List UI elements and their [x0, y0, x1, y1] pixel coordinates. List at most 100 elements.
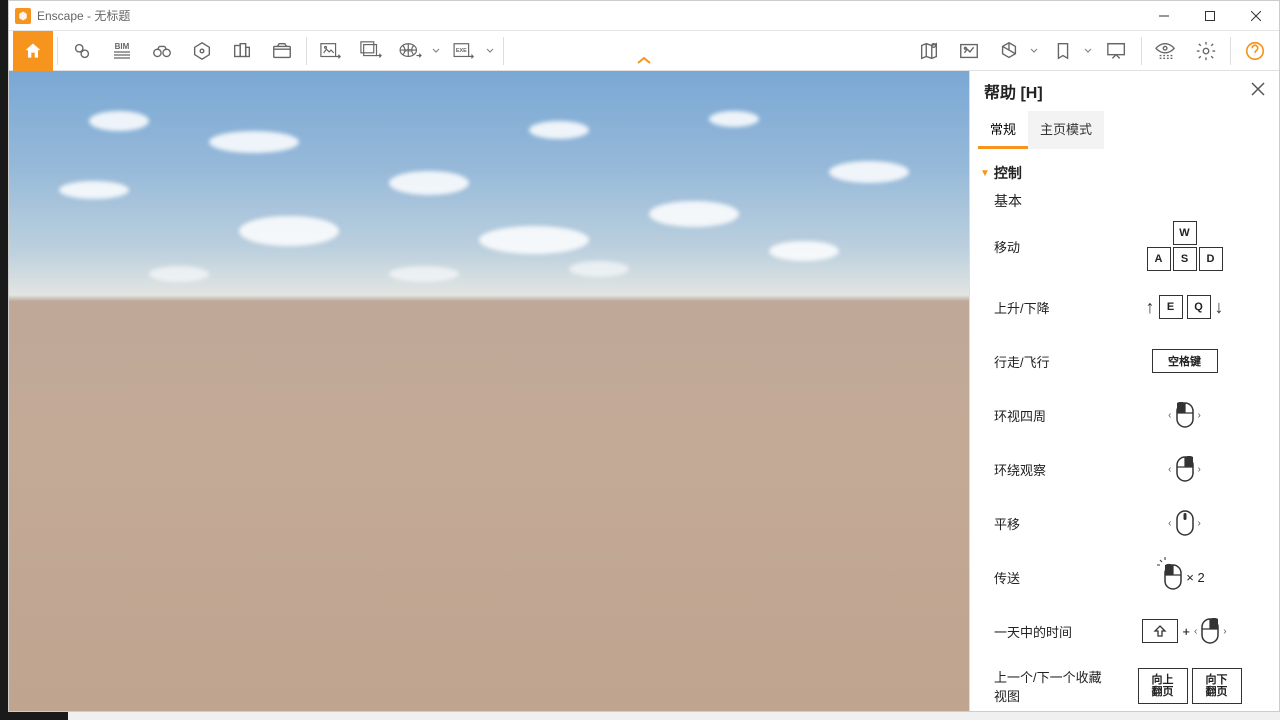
- export-exe-button[interactable]: EXE: [445, 31, 499, 71]
- key-pagedown: 向下 翻页: [1192, 668, 1242, 704]
- row-updown: 上升/下降 ↑ E Q ↓: [994, 289, 1265, 325]
- chevron-down-icon: [485, 47, 495, 55]
- help-panel: 帮助 [H] 常规 主页模式 ▼ 控制 基本 移动: [969, 71, 1279, 711]
- video-button[interactable]: [262, 31, 302, 71]
- row-teleport: 传送 × 2: [994, 559, 1265, 595]
- angle-right-icon: ›: [1198, 518, 1201, 529]
- bim-label: BIM: [115, 42, 130, 51]
- home-button[interactable]: [13, 31, 53, 71]
- arrow-up-icon: ↑: [1146, 297, 1155, 318]
- label-move: 移动: [994, 237, 1104, 256]
- bim-mode-button[interactable]: BIM: [102, 31, 142, 71]
- key-e: E: [1159, 295, 1183, 319]
- asset-library-button[interactable]: [222, 31, 262, 71]
- sync-views-button[interactable]: [62, 31, 102, 71]
- key-pageup: 向上 翻页: [1138, 668, 1188, 704]
- panorama-button[interactable]: 360°: [391, 31, 445, 71]
- mouse-middle-icon: [1176, 510, 1194, 536]
- help-title: 帮助 [H]: [984, 79, 1043, 103]
- x2-label: × 2: [1186, 570, 1204, 585]
- row-move: 移动 W A S D: [994, 221, 1265, 271]
- chevron-down-icon: [1083, 47, 1093, 55]
- help-close-button[interactable]: [1251, 82, 1265, 101]
- section-controls-label: 控制: [994, 163, 1022, 183]
- toolbar-separator: [57, 37, 58, 65]
- row-orbit: 环绕观察 ‹ ›: [994, 451, 1265, 487]
- tab-home-mode[interactable]: 主页模式: [1028, 111, 1104, 149]
- label-orbit: 环绕观察: [994, 460, 1104, 479]
- minimize-button[interactable]: [1141, 1, 1187, 31]
- label-updown: 上升/下降: [994, 298, 1104, 317]
- label-teleport: 传送: [994, 568, 1104, 587]
- present-button[interactable]: [1097, 31, 1137, 71]
- svg-text:360°: 360°: [404, 47, 414, 52]
- subsection-basic: 基本: [994, 191, 1265, 211]
- triangle-down-icon: ▼: [980, 168, 990, 179]
- mouse-left-icon: [1176, 402, 1194, 428]
- help-tabs: 常规 主页模式: [970, 111, 1279, 149]
- angle-right-icon: ›: [1223, 626, 1226, 637]
- help-body[interactable]: ▼ 控制 基本 移动 W A S D: [970, 149, 1279, 711]
- app-window: Enscape - 无标题 BIM: [8, 0, 1280, 712]
- close-button[interactable]: [1233, 1, 1279, 31]
- visual-settings-button[interactable]: [1146, 31, 1186, 71]
- toolbar-separator: [306, 37, 307, 65]
- mouse-right-icon: [1176, 456, 1194, 482]
- host-window-bottom: [8, 712, 68, 720]
- toolbar-separator: [503, 37, 504, 65]
- angle-left-icon: ‹: [1168, 464, 1171, 475]
- binoculars-button[interactable]: [142, 31, 182, 71]
- maximize-button[interactable]: [1187, 1, 1233, 31]
- host-window-strip: [0, 0, 8, 720]
- viewport[interactable]: [9, 71, 969, 711]
- section-controls[interactable]: ▼ 控制: [980, 163, 1265, 183]
- toolbar-separator: [1141, 37, 1142, 65]
- help-button[interactable]: [1235, 31, 1275, 71]
- key-shift: [1142, 619, 1178, 643]
- row-walkfly: 行走/飞行 空格键: [994, 343, 1265, 379]
- svg-text:EXE: EXE: [456, 47, 467, 53]
- window-controls: [1141, 1, 1279, 31]
- row-lookaround: 环视四周 ‹ ›: [994, 397, 1265, 433]
- row-timeofday: 一天中的时间 + ‹ ›: [994, 613, 1265, 649]
- key-q: Q: [1187, 295, 1211, 319]
- angle-right-icon: ›: [1198, 464, 1201, 475]
- window-title: Enscape - 无标题: [37, 7, 130, 24]
- label-lookaround: 环视四周: [994, 406, 1104, 425]
- help-panel-header: 帮助 [H]: [970, 71, 1279, 111]
- angle-left-icon: ‹: [1168, 518, 1171, 529]
- angle-right-icon: ›: [1198, 410, 1201, 421]
- mouse-right-icon: [1201, 618, 1219, 644]
- expand-toolbar-handle[interactable]: [636, 53, 652, 71]
- views-button[interactable]: [1043, 31, 1097, 71]
- toolbar: BIM 360°: [9, 31, 1279, 71]
- materials-button[interactable]: [989, 31, 1043, 71]
- key-w: W: [1173, 221, 1197, 245]
- angle-left-icon: ‹: [1168, 410, 1171, 421]
- screenshot-button[interactable]: [311, 31, 351, 71]
- row-pan: 平移 ‹ ›: [994, 505, 1265, 541]
- tab-general[interactable]: 常规: [978, 111, 1028, 149]
- content-area: 帮助 [H] 常规 主页模式 ▼ 控制 基本 移动: [9, 71, 1279, 711]
- label-walkfly: 行走/飞行: [994, 352, 1104, 371]
- mouse-doubleclick-icon: [1164, 564, 1182, 590]
- vr-button[interactable]: [182, 31, 222, 71]
- label-timeofday: 一天中的时间: [994, 622, 1104, 641]
- settings-button[interactable]: [1186, 31, 1226, 71]
- label-prevnext: 上一个/下一个收藏视图: [994, 667, 1114, 705]
- plus-label: +: [1182, 624, 1190, 639]
- titlebar: Enscape - 无标题: [9, 1, 1279, 31]
- key-d: D: [1199, 247, 1223, 271]
- angle-left-icon: ‹: [1194, 626, 1197, 637]
- wasd-keys: W A S D: [1147, 221, 1223, 271]
- chevron-down-icon: [1029, 47, 1039, 55]
- chevron-down-icon: [431, 47, 441, 55]
- rendered-scene: [9, 71, 969, 711]
- minimap-button[interactable]: [909, 31, 949, 71]
- toolbar-separator: [1230, 37, 1231, 65]
- key-space: 空格键: [1152, 349, 1218, 373]
- key-s: S: [1173, 247, 1197, 271]
- app-logo-icon: [15, 8, 31, 24]
- batch-render-button[interactable]: [351, 31, 391, 71]
- collaboration-button[interactable]: [949, 31, 989, 71]
